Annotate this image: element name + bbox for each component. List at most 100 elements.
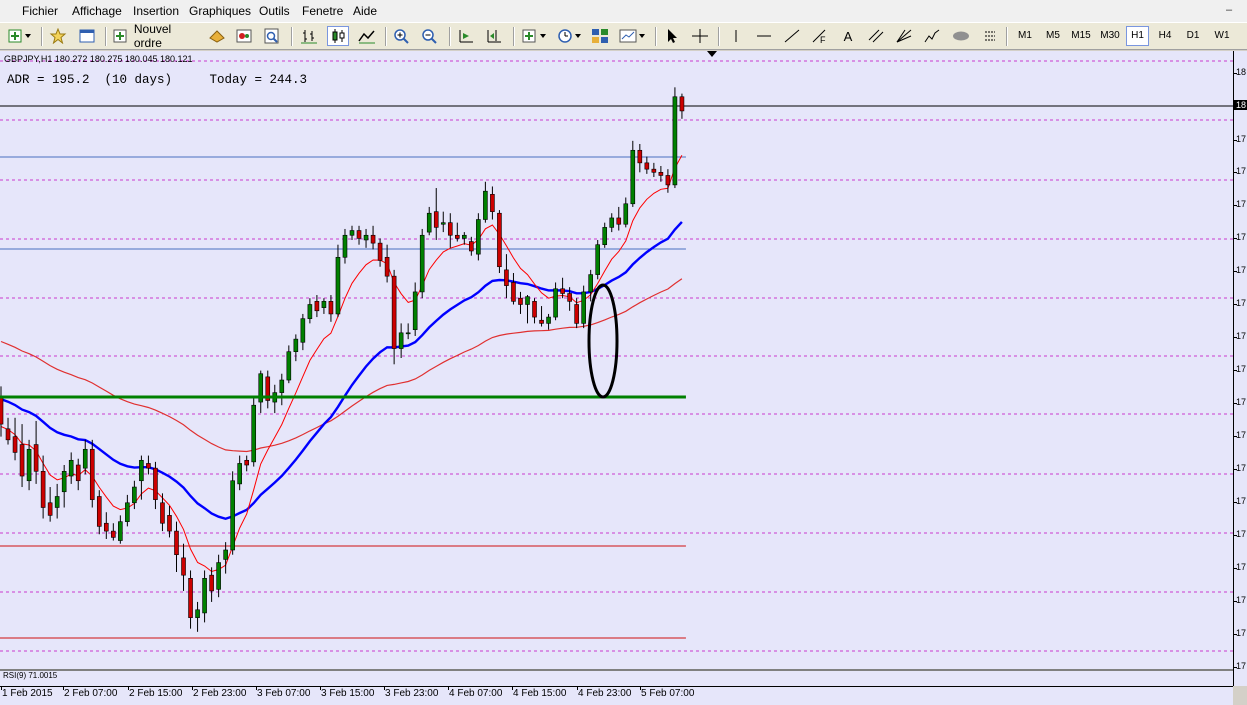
menu-graphiques[interactable]: Graphiques — [189, 4, 251, 18]
bullish-candle-body — [26, 448, 32, 482]
templates-button[interactable] — [590, 26, 610, 46]
navigator-button[interactable] — [77, 26, 97, 46]
bullish-candle-body — [602, 227, 608, 245]
bullish-candle-body — [251, 404, 257, 463]
price-axis-label: 17 — [1236, 628, 1247, 638]
bearish-candle-body — [104, 522, 109, 532]
toolbar-separator — [655, 27, 657, 46]
zoom-in-button[interactable] — [392, 26, 412, 46]
new-chart-button[interactable] — [6, 26, 34, 46]
bullish-candle-body — [230, 480, 235, 551]
chart-window[interactable]: GBPJPY,H1 180.272 180.275 180.045 180.12… — [0, 51, 1247, 686]
bullish-candle-body — [335, 256, 341, 315]
bullish-candle-body — [118, 521, 123, 541]
new-order-button[interactable]: Nouvel ordre — [112, 22, 202, 50]
bullish-candle-body — [588, 274, 593, 293]
vertical-line-button[interactable] — [726, 26, 746, 46]
price-axis-label: 18 — [1236, 67, 1247, 77]
menu-fenetre[interactable]: Fenetre — [302, 4, 343, 18]
price-axis-label: 17 — [1236, 463, 1247, 473]
candlestick-chart-button[interactable] — [327, 26, 349, 46]
bearish-candle-body — [637, 149, 643, 164]
indicator-subwindow[interactable]: RSI(9) 71.0015 — [0, 669, 1233, 686]
minimize-button[interactable]: – — [1220, 2, 1238, 19]
timeframe-h1[interactable]: H1 — [1126, 26, 1149, 46]
channel-button[interactable] — [866, 26, 886, 46]
bearish-candle-body — [574, 304, 579, 324]
expert-button[interactable] — [207, 26, 227, 46]
menu-fichier[interactable]: Fichier — [22, 4, 58, 18]
bearish-candle-body — [181, 557, 186, 576]
menu-insertion[interactable]: Insertion — [133, 4, 179, 18]
timeframe-w1[interactable]: W1 — [1209, 26, 1235, 46]
price-plot-area[interactable]: GBPJPY,H1 180.272 180.275 180.045 180.12… — [0, 51, 1233, 669]
price-axis-label: 17 — [1236, 134, 1247, 144]
periods-button[interactable] — [556, 26, 584, 46]
profiles-button[interactable] — [618, 26, 648, 46]
adr-indicator-text: ADR = 195.2 (10 days) Today = 244.3 — [7, 73, 308, 87]
crosshair-icon — [692, 29, 708, 43]
toolbar-separator — [291, 27, 293, 46]
timeframe-m1[interactable]: M1 — [1013, 26, 1037, 46]
horizontal-line-icon — [757, 35, 771, 37]
timeframe-m5[interactable]: M5 — [1041, 26, 1065, 46]
zoom-out-button[interactable] — [420, 26, 440, 46]
candlestick-icon — [332, 29, 345, 43]
magnifier-icon — [264, 28, 279, 44]
fibonacci-button[interactable]: F — [810, 26, 830, 46]
timeframe-m15[interactable]: M15 — [1068, 26, 1094, 46]
crosshair-button[interactable] — [690, 26, 710, 46]
more-tools-button[interactable] — [980, 26, 1000, 46]
chart-shift-marker[interactable] — [707, 51, 717, 57]
trendline-button[interactable] — [782, 26, 802, 46]
bearish-candle-body — [644, 162, 650, 170]
bearish-candle-body — [153, 467, 158, 500]
bearish-candle-body — [469, 241, 474, 252]
bullish-candle-body — [125, 502, 130, 522]
tester-button[interactable] — [262, 26, 282, 46]
menu-outils[interactable]: Outils — [259, 4, 290, 18]
indicators-button[interactable] — [520, 26, 550, 46]
zoom-out-icon — [422, 29, 437, 44]
time-axis-label: 2 Feb 07:00 — [64, 688, 118, 699]
bullish-candle-body — [54, 496, 60, 508]
price-axis-label: 17 — [1236, 595, 1247, 605]
price-axis-label: 17 — [1236, 430, 1247, 440]
bullish-candle-body — [286, 351, 292, 381]
timeframe-h4[interactable]: H4 — [1153, 26, 1177, 46]
shapes-button[interactable] — [950, 26, 972, 46]
favorites-button[interactable] — [48, 26, 68, 46]
toolbar-separator — [105, 27, 107, 46]
time-axis[interactable]: 1 Feb 2015 2 Feb 07:00 2 Feb 15:00 2 Feb 23… — [0, 686, 1233, 705]
cursor-button[interactable] — [662, 26, 682, 46]
autoscroll-button[interactable] — [456, 26, 476, 46]
bearish-candle-body — [356, 230, 362, 239]
menu-affichage[interactable]: Affichage — [72, 4, 122, 18]
candlestick-chart[interactable] — [0, 51, 1233, 669]
menu-aide[interactable]: Aide — [353, 4, 377, 18]
bullish-candle-body — [553, 288, 558, 318]
bullish-candle-body — [623, 203, 629, 225]
timeframe-d1[interactable]: D1 — [1181, 26, 1205, 46]
ellipse-icon — [953, 31, 969, 41]
line-chart-button[interactable] — [357, 26, 377, 46]
bearish-candle-body — [40, 471, 46, 508]
time-axis-label: 4 Feb 15:00 — [513, 688, 567, 699]
andrews-pitchfork-button[interactable] — [922, 26, 942, 46]
horizontal-line-button[interactable] — [754, 26, 774, 46]
bar-chart-button[interactable] — [299, 26, 319, 46]
timeframe-m30[interactable]: M30 — [1097, 26, 1123, 46]
bullish-candle-body — [405, 332, 411, 335]
autotrading-button[interactable] — [234, 26, 254, 46]
bearish-candle-body — [532, 301, 537, 318]
time-axis-label: 3 Feb 15:00 — [321, 688, 375, 699]
zoom-in-icon — [394, 29, 409, 44]
bearish-candle-body — [12, 436, 18, 453]
gann-button[interactable] — [894, 26, 914, 46]
profiles-icon — [619, 29, 645, 43]
bearish-candle-body — [518, 297, 523, 305]
text-tool-button[interactable]: A — [838, 26, 858, 46]
autotrading-icon — [236, 29, 252, 43]
price-axis[interactable]: 18 18 17 17 17 17 17 17 17 17 17 17 17 17 17 17 17 17 17 — [1233, 51, 1247, 686]
chart-shift-button[interactable] — [484, 26, 504, 46]
